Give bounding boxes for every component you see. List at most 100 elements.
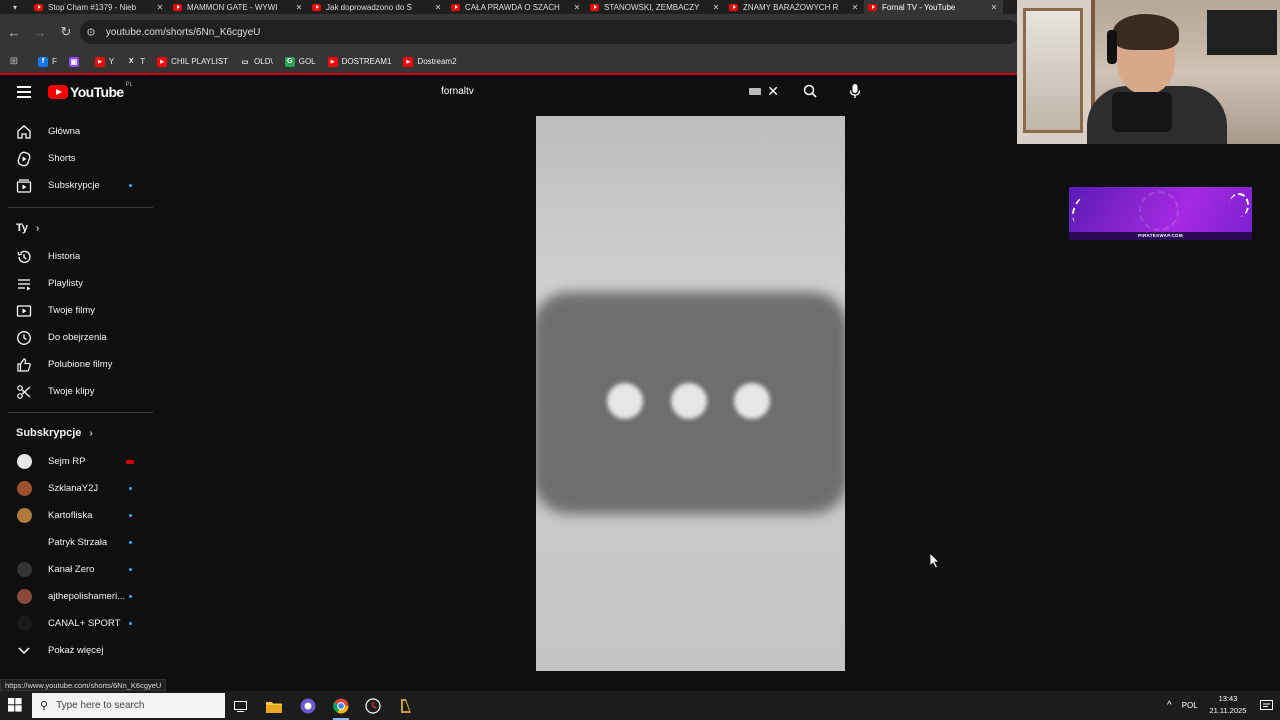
sidebar-item-label: Do obejrzenia [48,332,107,343]
sidebar-item-label: Shorts [48,153,76,164]
clear-search-icon[interactable]: ✕ [767,83,779,100]
bookmark-item[interactable]: ▶ Y [94,56,114,67]
webcam-window [1017,0,1095,144]
close-tab-icon[interactable]: ✕ [572,3,582,12]
sidebar-item[interactable]: ajthepolishameri... [0,583,154,610]
sidebar-item[interactable]: Shorts [0,145,154,172]
sidebar-item[interactable]: Subskrypcje [0,172,154,199]
search-button[interactable] [795,80,825,102]
file-explorer-icon[interactable] [263,695,285,717]
sidebar-item[interactable]: Historia [0,243,154,270]
menu-icon[interactable] [17,86,31,98]
bookmark-item[interactable]: fF [38,56,57,67]
you-header-label: Ty [16,222,29,234]
youtube-favicon-icon [173,3,182,11]
windows-start-icon[interactable] [8,698,22,712]
browser-tab[interactable]: STANOWSKI, ZEMBACZY ✕ [586,0,725,14]
sidebar-item[interactable]: Kanał Zero [0,556,154,583]
bookmark-label: F [52,57,57,66]
sidebar-item[interactable]: Twoje klipy [0,378,154,405]
sidebar-item[interactable]: CANAL+ SPORT [0,610,154,637]
close-tab-icon[interactable]: ✕ [155,3,165,12]
tab-search-icon[interactable]: ▾ [0,0,30,14]
tray-chevron-icon[interactable]: ^ [1167,700,1172,711]
webcam-person-hair [1113,14,1179,50]
search-input[interactable]: fornaltv ✕ [431,80,793,102]
chevron-right-icon: › [36,222,40,234]
forward-icon[interactable]: → [28,20,52,44]
bookmark-item[interactable]: XT [126,57,145,67]
browser-tab[interactable]: ZNAMY BARAŻOWYCH R ✕ [725,0,864,14]
browser-tab[interactable]: Jak doprowadzono do Ś ✕ [308,0,447,14]
new-content-dot [129,184,132,187]
youtube-logo[interactable]: YouTube PL [48,82,133,100]
app-icon-gold[interactable] [395,695,417,717]
chevron-right-icon: › [89,427,93,439]
new-content-dot [129,622,132,625]
sidebar-item[interactable]: Playlisty [0,270,154,297]
channel-avatar [17,589,32,604]
browser-tab[interactable]: CAŁA PRAWDA O SZACH ✕ [447,0,586,14]
browser-tab[interactable]: MAMMON GATE - WYWI ✕ [169,0,308,14]
bookmark-item[interactable]: ▶ CHIL PLAYLIST [157,56,228,67]
bookmark-item[interactable]: ▶ DOSTREAM1 [327,56,391,67]
video-dot [671,383,707,419]
close-tab-icon[interactable]: ✕ [711,3,721,12]
tab-title: Jak doprowadzono do Ś [326,2,412,12]
keyboard-icon[interactable] [749,87,762,95]
task-view-icon[interactable] [229,695,251,717]
subscriptions-section-header[interactable]: Subskrypcje › [16,427,93,439]
youtube-favicon-icon [868,3,877,11]
bookmark-item[interactable]: ▣ [68,56,83,67]
status-url-tooltip: https://www.youtube.com/shorts/6Nn_K6cgy… [0,679,167,691]
channel-avatar [17,508,32,523]
bookmark-item[interactable]: ▭ OLD\ [240,57,273,67]
back-icon[interactable]: ← [2,20,26,44]
notifications-icon[interactable] [1255,695,1277,717]
sidebar-divider [8,412,153,413]
sidebar-item[interactable]: Sejm RP [0,448,154,475]
reload-icon[interactable]: ↻ [54,20,78,44]
browser-tab[interactable]: Stop Cham #1379 - Nieb ✕ [30,0,169,14]
site-info-icon[interactable]: ⚙ [86,26,96,39]
close-tab-icon[interactable]: ✕ [294,3,304,12]
language-indicator[interactable]: POL [1182,701,1198,710]
sidebar-item[interactable]: Do obejrzenia [0,324,154,351]
webcam-overlay [1017,0,1280,144]
show-more-button[interactable]: Pokaż więcej [0,637,154,664]
shorts-video-player[interactable] [536,116,845,671]
taskbar-search-input[interactable]: ⚲ Type here to search [32,693,225,718]
sidebar-item-label: Sejm RP [48,456,86,467]
search-icon: ⚲ [40,700,49,712]
url-text: youtube.com/shorts/6Nn_K6cgyeU [105,26,261,38]
tab-title: Fornal TV - YouTube [882,2,956,12]
bookmark-item[interactable]: G GOL [284,56,316,67]
close-tab-icon[interactable]: ✕ [433,3,443,12]
sidebar-divider [8,207,153,208]
sidebar-item[interactable]: Kartofliska [0,502,154,529]
bookmark-item[interactable]: ▶ Dostream2 [403,56,457,67]
ad-banner[interactable]: PIRATESWAP.COM [1069,187,1252,240]
app-icon-purple[interactable] [297,695,319,717]
sidebar-item[interactable]: Polubione filmy [0,351,154,378]
clock[interactable]: 13:43 21.11.2025 [1203,693,1253,717]
sidebar: Główna Shorts Subskrypcje Ty › Historia Playli… [0,118,154,678]
sidebar-item-label: SzklanaY2J [48,483,99,494]
close-tab-icon[interactable]: ✕ [989,3,999,12]
app-icon-clock[interactable] [362,695,384,717]
close-tab-icon[interactable]: ✕ [850,3,860,12]
youtube-icon: ▶ [94,56,105,67]
you-section-header[interactable]: Ty › [16,222,39,234]
channel-avatar [17,535,32,550]
chrome-icon[interactable] [330,695,352,720]
sidebar-item[interactable]: Twoje filmy [0,297,154,324]
apps-grid-icon[interactable]: ⊞ [0,56,28,67]
system-tray: ^ POL [1167,691,1198,720]
sidebar-item[interactable]: Patryk Strzała [0,529,154,556]
sidebar-item[interactable]: Główna [0,118,154,145]
sidebar-item[interactable]: SzklanaY2J [0,475,154,502]
url-field[interactable]: ⚙ youtube.com/shorts/6Nn_K6cgyeU [80,20,1020,44]
voice-search-button[interactable] [843,79,867,103]
clock-date: 21.11.2025 [1209,706,1247,715]
browser-tab[interactable]: Fornal TV - YouTube ✕ [864,0,1003,14]
